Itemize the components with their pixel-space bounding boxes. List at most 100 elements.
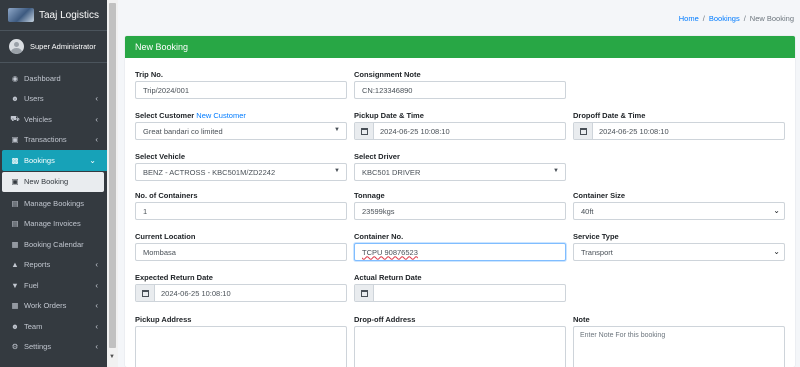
user-panel[interactable]: Super Administrator (0, 31, 118, 63)
sidebar-item-settings[interactable]: ⚙ Settings ‹ (0, 337, 118, 358)
sidebar-item-manage-bookings[interactable]: ▤ Manage Bookings (0, 193, 118, 214)
caret-down-icon: ▼ (334, 168, 340, 174)
dropoff-address-group: Drop-off Address (354, 315, 566, 367)
chevron-left-icon: ‹ (95, 114, 98, 124)
team-icon: ☻ (11, 321, 19, 331)
sidebar-item-new-booking[interactable]: ▣ New Booking (2, 171, 104, 192)
customer-label-text: Select Customer (135, 111, 195, 120)
scrollbar-thumb[interactable] (109, 3, 116, 348)
service-type-value: Transport (581, 247, 613, 257)
actual-return-label: Actual Return Date (354, 273, 422, 282)
sidebar-item-team[interactable]: ☻ Team ‹ (0, 316, 118, 337)
container-size-value: 40ft (581, 206, 594, 216)
cart-icon: ▦ (11, 301, 19, 311)
calendar-icon: ▦ (11, 239, 19, 249)
pickup-address-label: Pickup Address (135, 315, 192, 324)
dropoff-address-textarea[interactable] (354, 326, 566, 367)
tonnage-value: 23599kgs (362, 206, 395, 216)
container-no-input[interactable]: TCPU 90876523 (354, 243, 566, 261)
service-type-select[interactable]: Transport ⌄ (573, 243, 785, 261)
dropoff-datetime-group: Dropoff Date & Time 2024-06-25 10:08:10 (573, 111, 785, 140)
fuel-icon: ▼ (11, 280, 19, 290)
sidebar-item-booking-calendar[interactable]: ▦ Booking Calendar (0, 234, 118, 255)
containers-input[interactable]: 1 (135, 202, 347, 220)
sidebar-item-work-orders[interactable]: ▦ Work Orders ‹ (0, 296, 118, 317)
sidebar-item-label: New Booking (24, 177, 69, 187)
sidebar-item-label: Reports (24, 260, 51, 270)
sidebar-item-manage-invoices[interactable]: ▤ Manage Invoices (0, 214, 118, 235)
container-size-select[interactable]: 40ft ⌄ (573, 202, 785, 220)
chevron-left-icon: ‹ (95, 94, 98, 104)
reports-icon: ▲ (11, 260, 19, 270)
pickup-address-textarea[interactable] (135, 326, 347, 367)
vehicle-select[interactable]: BENZ - ACTROSS - KBC501M/ZD2242 ▼ (135, 163, 347, 181)
sidebar-item-vehicles[interactable]: ⛟ Vehicles ‹ (0, 109, 118, 130)
chevron-left-icon: ‹ (95, 342, 98, 352)
note-group: Note Enter Note For this booking (573, 315, 785, 367)
breadcrumb-separator: / (743, 14, 746, 23)
chevron-down-icon: ⌄ (773, 206, 780, 215)
money-icon: ▣ (11, 135, 19, 145)
sidebar-item-transactions[interactable]: ▣ Transactions ‹ (0, 130, 118, 151)
sidebar-item-label: Work Orders (24, 301, 67, 311)
brand[interactable]: Taaj Logistics (0, 0, 118, 31)
driver-group: Select Driver KBC501 DRIVER ▼ (354, 152, 566, 181)
sidebar-item-label: Settings (24, 342, 52, 352)
service-type-label: Service Type (573, 232, 619, 241)
brand-logo (8, 8, 34, 22)
customer-label: Select Customer New Customer (135, 111, 347, 122)
tonnage-label: Tonnage (354, 191, 385, 200)
chevron-left-icon: ‹ (95, 135, 98, 145)
expected-return-input[interactable]: 2024-06-25 10:08:10 (135, 284, 347, 302)
sidebar-item-dashboard[interactable]: ◉ Dashboard (0, 68, 118, 89)
dropoff-datetime-input[interactable]: 2024-06-25 10:08:10 (573, 122, 785, 140)
chevron-left-icon: ‹ (95, 260, 98, 270)
sidebar-item-label: Fuel (24, 280, 39, 290)
sidebar-item-label: Users (24, 94, 44, 104)
consignment-note-label: Consignment Note (354, 70, 421, 79)
current-location-group: Current Location Mombasa (135, 232, 347, 261)
sidebar-scrollbar[interactable]: ▼ (107, 0, 118, 367)
vehicle-label: Select Vehicle (135, 152, 186, 161)
customer-select[interactable]: Great bandari co limited ▼ (135, 122, 347, 140)
actual-return-input[interactable] (354, 284, 566, 302)
sidebar-item-fuel[interactable]: ▼ Fuel ‹ (0, 275, 118, 296)
card-title: New Booking (125, 36, 795, 58)
manage-bookings-icon: ▤ (11, 198, 19, 208)
note-textarea[interactable]: Enter Note For this booking (573, 326, 785, 367)
sidebar-item-reports[interactable]: ▲ Reports ‹ (0, 255, 118, 276)
vehicle-group: Select Vehicle BENZ - ACTROSS - KBC501M/… (135, 152, 347, 181)
current-location-input[interactable]: Mombasa (135, 243, 347, 261)
sidebar-item-label: Manage Invoices (24, 219, 81, 229)
breadcrumb-separator: / (702, 14, 705, 23)
sidebar-item-label: Manage Bookings (24, 198, 85, 208)
consignment-note-input[interactable]: CN:123346890 (354, 81, 566, 99)
breadcrumb-home-link[interactable]: Home (679, 14, 699, 23)
sidebar-item-label: Vehicles (24, 114, 52, 124)
breadcrumb-bookings-link[interactable]: Bookings (709, 14, 740, 23)
dropoff-datetime-label: Dropoff Date & Time (573, 111, 646, 120)
gear-icon: ⚙ (11, 342, 19, 352)
new-customer-link[interactable]: New Customer (196, 111, 246, 120)
dropoff-datetime-value: 2024-06-25 10:08:10 (599, 126, 669, 136)
trip-no-value: Trip/2024/001 (143, 85, 190, 95)
breadcrumb: Home / Bookings / New Booking (679, 14, 794, 23)
sidebar: Taaj Logistics Super Administrator ◉ Dash… (0, 0, 118, 367)
tonnage-input[interactable]: 23599kgs (354, 202, 566, 220)
driver-value: KBC501 DRIVER (362, 167, 421, 177)
scroll-down-icon[interactable]: ▼ (109, 354, 115, 360)
pickup-datetime-input[interactable]: 2024-06-25 10:08:10 (354, 122, 566, 140)
driver-select[interactable]: KBC501 DRIVER ▼ (354, 163, 566, 181)
sidebar-item-bookings[interactable]: ▩ Bookings ⌄ (2, 150, 116, 171)
actual-return-group: Actual Return Date (354, 273, 566, 302)
sidebar-item-users[interactable]: ☻ Users ‹ (0, 89, 118, 110)
customer-value: Great bandari co limited (143, 126, 223, 136)
calendar-icon (141, 289, 149, 297)
sidebar-item-label: Transactions (24, 135, 67, 145)
pickup-datetime-group: Pickup Date & Time 2024-06-25 10:08:10 (354, 111, 566, 140)
pickup-datetime-label: Pickup Date & Time (354, 111, 424, 120)
expected-return-label: Expected Return Date (135, 273, 213, 282)
calendar-addon (574, 123, 593, 139)
trip-no-input[interactable]: Trip/2024/001 (135, 81, 347, 99)
consignment-note-value: CN:123346890 (362, 85, 413, 95)
